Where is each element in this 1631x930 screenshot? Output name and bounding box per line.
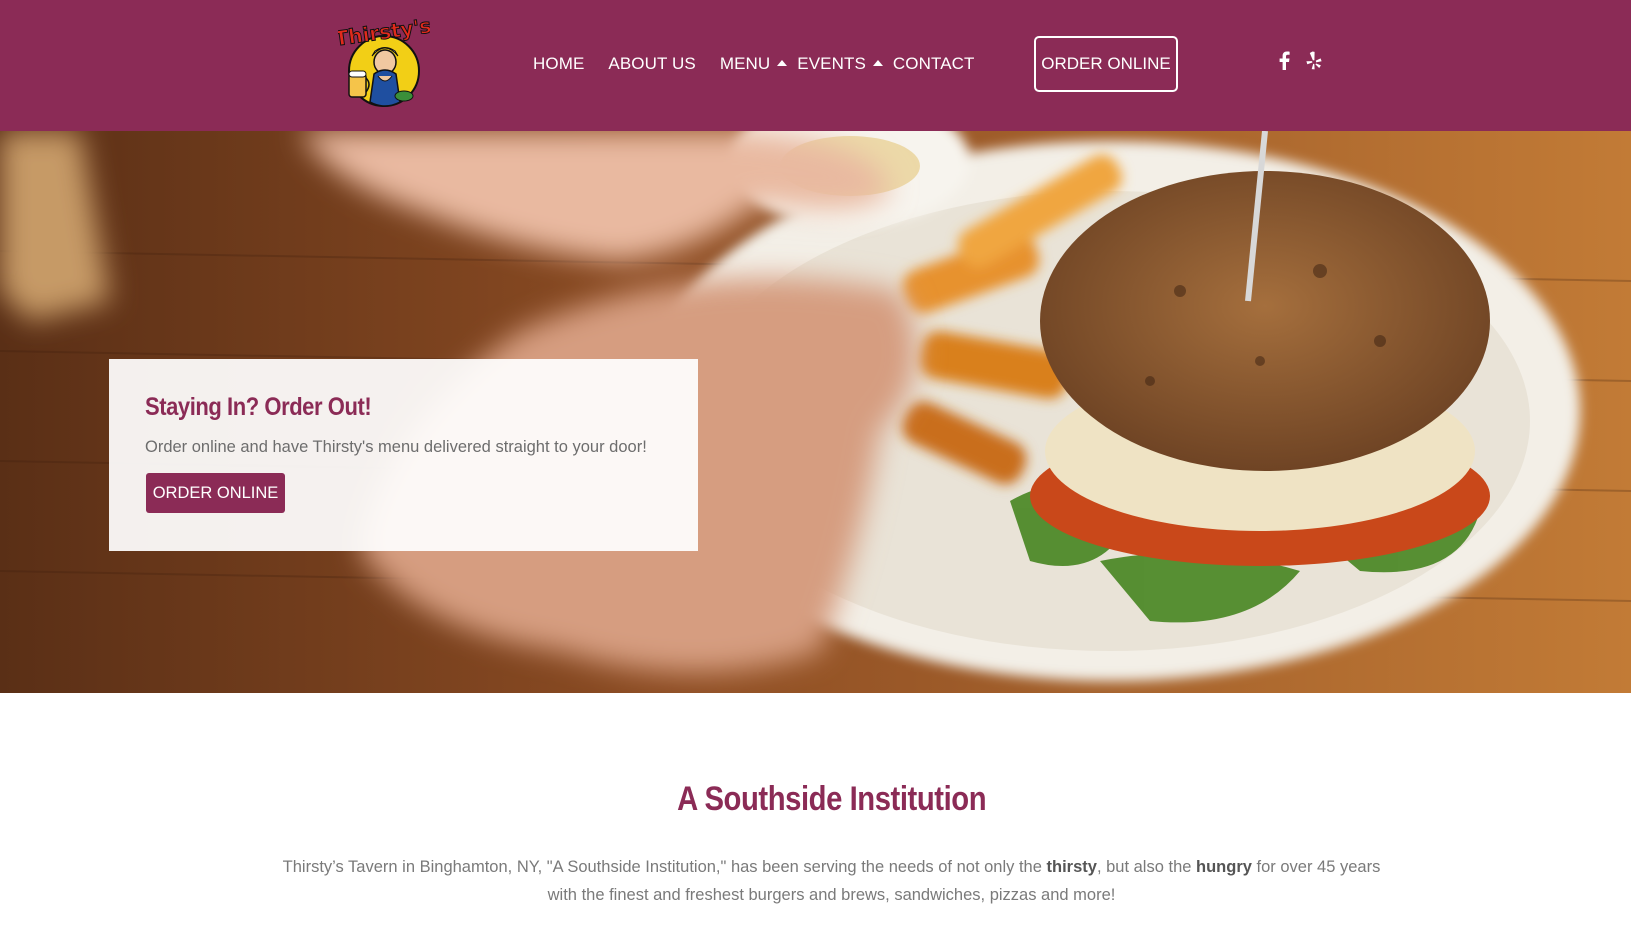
promo-title: Staying In? Order Out! xyxy=(145,393,372,421)
intro-text-hungry: hungry xyxy=(1196,858,1252,876)
nav-events-label: EVENTS xyxy=(797,54,866,73)
promo-card: Staying In? Order Out! Order online and … xyxy=(109,359,698,551)
nav-menu[interactable]: MENU xyxy=(719,54,788,74)
yelp-icon[interactable] xyxy=(1306,49,1322,71)
yelp-glyph xyxy=(1306,51,1322,69)
hero-banner: Staying In? Order Out! Order online and … xyxy=(0,131,1631,693)
caret-up-icon xyxy=(777,60,788,66)
intro-heading: A Southside Institution xyxy=(0,780,1631,819)
facebook-glyph xyxy=(1279,51,1290,70)
promo-text: Order online and have Thirsty's menu del… xyxy=(145,438,647,456)
nav-menu-label: MENU xyxy=(719,54,771,73)
caret-up-icon xyxy=(872,60,883,66)
logo-graphic: Thirsty's xyxy=(333,13,433,107)
intro-text-part-1: Thirsty’s Tavern in Binghamton, NY, "A S… xyxy=(282,858,1047,876)
nav-home[interactable]: HOME xyxy=(533,54,584,74)
intro-text-part-3: , but also the xyxy=(1096,858,1197,876)
site-header: Thirsty's HOME ABOUT US MENU EVENTS CONT… xyxy=(0,0,1631,131)
intro-heading-text: A Southside Institution xyxy=(676,780,987,818)
order-online-button-header[interactable]: ORDER ONLINE xyxy=(1034,36,1178,92)
promo-button-label: ORDER ONLINE xyxy=(152,483,279,502)
order-online-button-promo[interactable]: ORDER ONLINE xyxy=(146,473,285,513)
intro-paragraph: Thirsty’s Tavern in Binghamton, NY, "A S… xyxy=(270,853,1393,909)
nav-events[interactable]: EVENTS xyxy=(797,54,883,74)
order-online-label: ORDER ONLINE xyxy=(1041,54,1171,73)
thirstys-logo[interactable]: Thirsty's xyxy=(333,13,433,111)
intro-text-thirsty: thirsty xyxy=(1046,858,1097,876)
nav-about-us[interactable]: ABOUT US xyxy=(608,54,695,74)
main-nav: HOME ABOUT US MENU EVENTS CONTACT xyxy=(533,52,975,76)
nav-home-label: HOME xyxy=(533,54,585,73)
nav-contact[interactable]: CONTACT xyxy=(893,54,975,74)
nav-about-us-label: ABOUT US xyxy=(608,54,696,73)
facebook-icon[interactable] xyxy=(1276,49,1292,71)
nav-contact-label: CONTACT xyxy=(892,54,975,73)
social-links xyxy=(1276,49,1322,71)
